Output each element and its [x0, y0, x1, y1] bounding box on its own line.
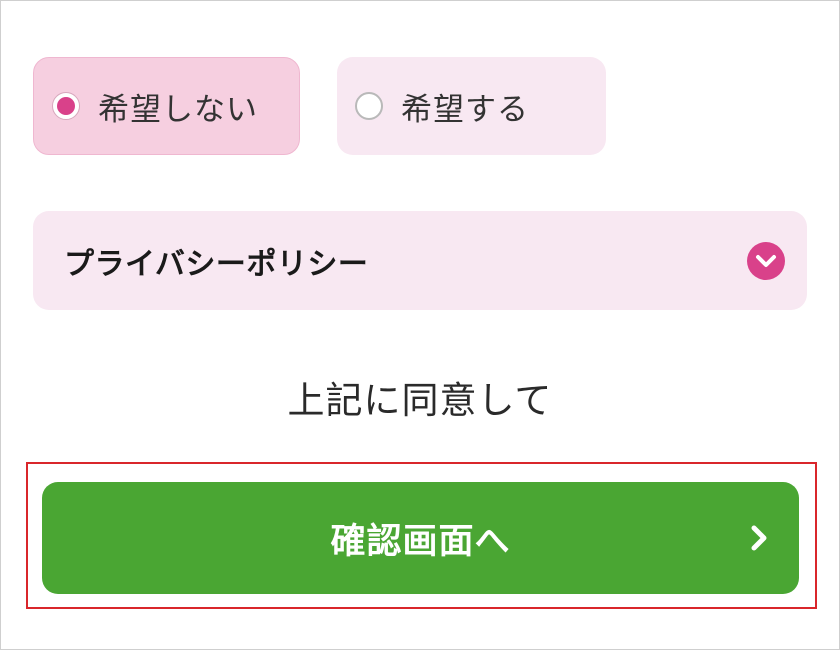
radio-label-no: 希望しない: [98, 91, 258, 128]
agreement-text: 上記に同意して: [287, 379, 553, 422]
chevron-down-icon[interactable]: [747, 241, 785, 280]
radio-option-no-preference[interactable]: 希望しない: [33, 57, 300, 155]
radio-label-yes: 希望する: [401, 91, 529, 128]
radio-button-checked[interactable]: [52, 92, 80, 120]
radio-option-want[interactable]: 希望する: [337, 57, 606, 155]
privacy-policy-title: プライバシーポリシー: [64, 246, 369, 282]
privacy-policy-accordion[interactable]: プライバシーポリシー: [33, 211, 807, 310]
chevron-right-icon: [747, 523, 771, 553]
radio-button-unchecked[interactable]: [355, 92, 383, 120]
radio-selected-dot: [57, 97, 75, 115]
confirm-screen-button[interactable]: 確認画面へ: [42, 482, 799, 594]
confirm-button-label: 確認画面へ: [330, 521, 511, 562]
